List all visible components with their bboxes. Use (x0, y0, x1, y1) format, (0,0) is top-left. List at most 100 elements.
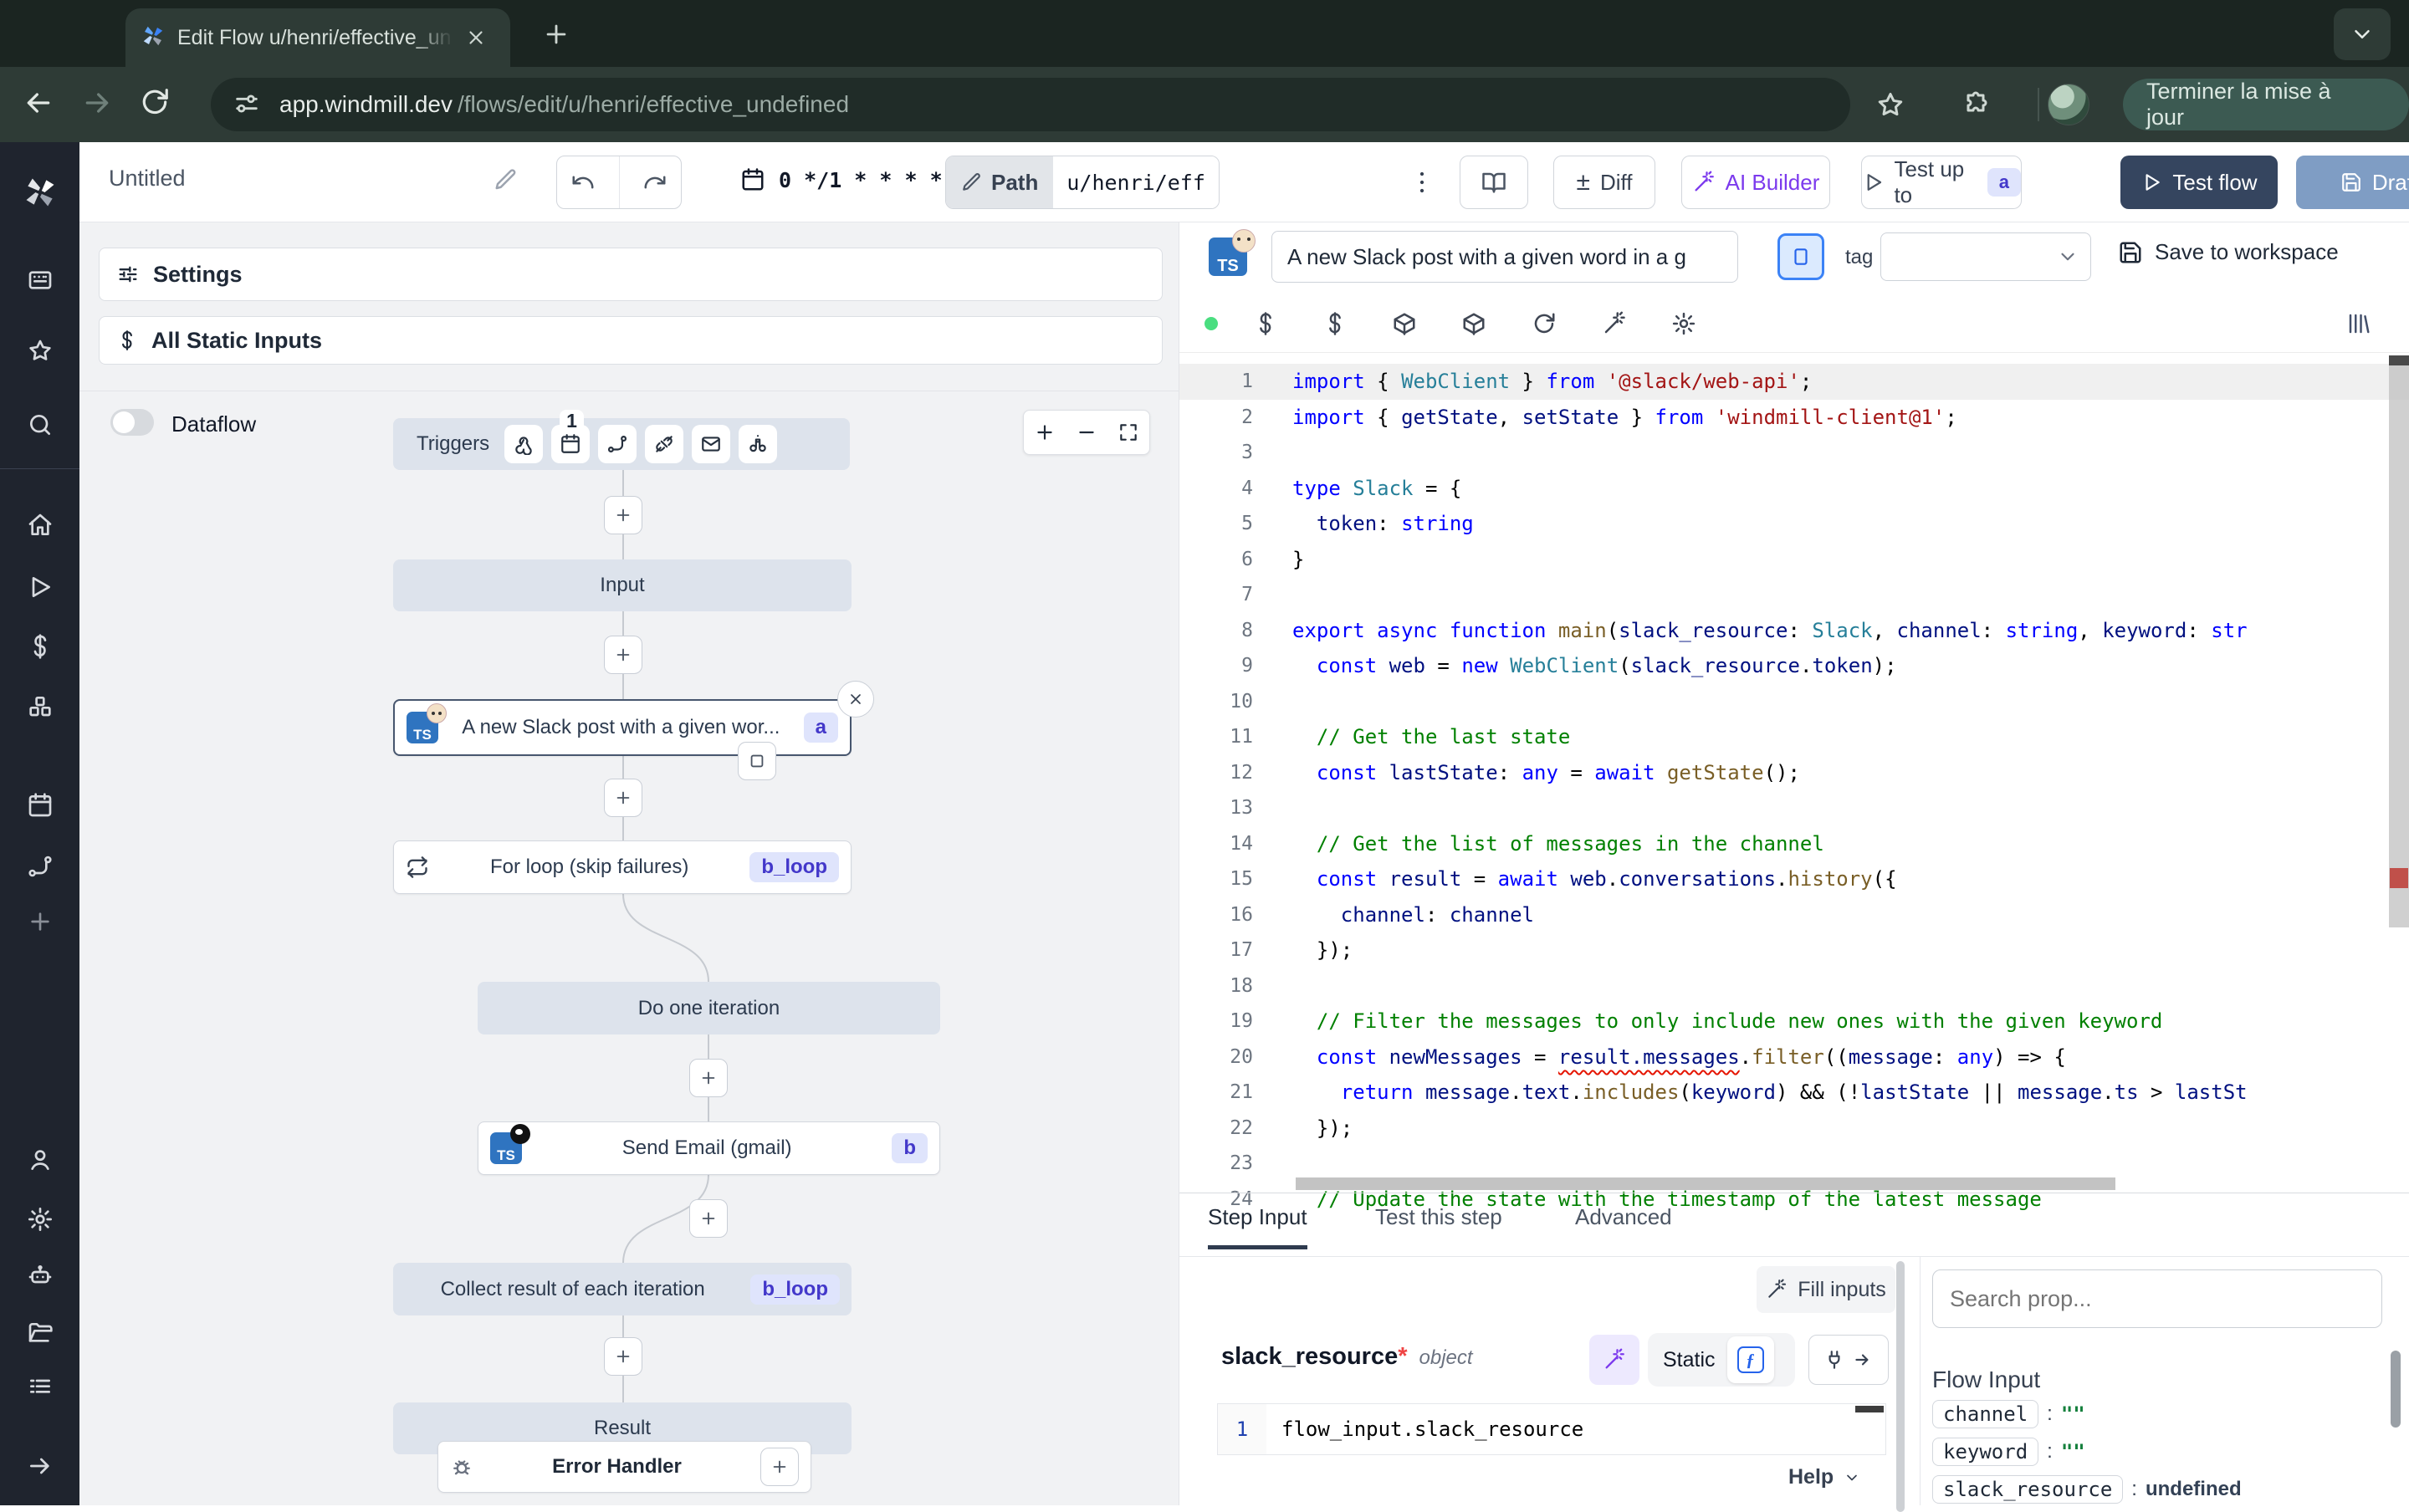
code-line[interactable]: 14 // Get the list of messages in the ch… (1179, 826, 2409, 862)
folders-icon[interactable] (27, 1320, 54, 1346)
input-node[interactable]: Input (393, 559, 852, 611)
code-line[interactable]: 21 return message.text.includes(keyword)… (1179, 1075, 2409, 1111)
code-line[interactable]: 9 const web = new WebClient(slack_resour… (1179, 648, 2409, 684)
step-summary-input[interactable] (1271, 231, 1738, 283)
draft-button[interactable]: Draft (2296, 156, 2409, 209)
poll-binoculars-trigger-icon[interactable] (739, 425, 777, 463)
address-bar[interactable]: app.windmill.dev/flows/edit/u/henri/effe… (211, 78, 1850, 131)
expr-code[interactable]: flow_input.slack_resource (1266, 1404, 1583, 1454)
settings-gear-icon[interactable] (27, 1206, 54, 1233)
code-horizontal-scrollbar[interactable] (1296, 1177, 2115, 1190)
app-switcher-icon[interactable] (27, 267, 54, 294)
flow-name-input[interactable]: Untitled (109, 166, 186, 192)
test-up-to-button[interactable]: Test up to a (1861, 156, 2022, 209)
users-person-icon[interactable] (27, 1147, 54, 1173)
code-line[interactable]: 19 // Filter the messages to only includ… (1179, 1004, 2409, 1040)
delete-step-button[interactable] (837, 681, 874, 718)
code-line[interactable]: 18 (1179, 968, 2409, 1004)
diff-button[interactable]: ± Diff (1553, 156, 1655, 209)
code-line[interactable]: 17 }); (1179, 932, 2409, 968)
resources-cubes-icon[interactable] (27, 693, 54, 720)
avatar[interactable] (2048, 84, 2089, 125)
email-trigger-icon[interactable] (692, 425, 730, 463)
add-step-button[interactable] (604, 1337, 642, 1376)
tab-close-icon[interactable] (465, 27, 487, 49)
save-to-workspace-button[interactable]: Save to workspace (2118, 239, 2339, 265)
bookmark-star-icon[interactable] (1875, 90, 1905, 120)
forloop-node[interactable]: For loop (skip failures) b_loop (393, 840, 852, 894)
workers-robot-icon[interactable] (27, 1262, 54, 1289)
fill-inputs-button[interactable]: Fill inputs (1757, 1266, 1895, 1313)
code-line[interactable]: 20 const newMessages = result.messages.f… (1179, 1040, 2409, 1075)
expand-sidebar-arrow-icon[interactable] (27, 1453, 54, 1479)
tab-search-chevron-icon[interactable] (2334, 8, 2391, 60)
ai-assistant-wand-icon[interactable] (1593, 303, 1635, 345)
code-line[interactable]: 3 (1179, 435, 2409, 471)
tab-step-input[interactable]: Step Input (1208, 1204, 1307, 1249)
websocket-trigger-icon[interactable] (645, 425, 683, 463)
browser-tab[interactable]: Edit Flow u/henri/effective_un (125, 8, 510, 67)
ai-builder-button[interactable]: AI Builder (1681, 156, 1830, 209)
search-icon[interactable] (27, 411, 54, 438)
test-flow-button[interactable]: Test flow (2120, 156, 2278, 209)
edit-name-pencil-icon[interactable] (494, 167, 519, 192)
runs-play-icon[interactable] (27, 574, 54, 600)
code-line[interactable]: 1import { WebClient } from '@slack/web-a… (1179, 364, 2409, 400)
code-line[interactable]: 6} (1179, 542, 2409, 578)
code-overview-ruler[interactable] (2389, 355, 2409, 927)
flow-input-prop[interactable]: keyword:"" (1932, 1433, 2384, 1470)
windmill-logo-icon[interactable] (22, 174, 59, 211)
new-tab-icon[interactable] (542, 20, 570, 49)
variables-dollar-icon[interactable] (27, 633, 54, 660)
code-editor[interactable]: 1import { WebClient } from '@slack/web-a… (1179, 364, 2409, 1217)
library-panel-icon[interactable] (2338, 303, 2380, 345)
add-error-handler-button[interactable] (760, 1448, 799, 1486)
tag-select[interactable] (1880, 232, 2091, 281)
path-editor[interactable]: Path u/henri/eff (945, 156, 1220, 209)
editor-settings-gear-icon[interactable] (1663, 303, 1705, 345)
flow-input-prop[interactable]: slack_resource:undefined (1932, 1470, 2384, 1508)
flow-input-prop[interactable]: channel:"" (1932, 1395, 2384, 1433)
more-options-kebab-icon[interactable] (1409, 164, 1435, 201)
chrome-update-button[interactable]: Terminer la mise à jour (2123, 79, 2409, 130)
reset-refresh-icon[interactable] (1523, 303, 1565, 345)
webhook-trigger-icon[interactable] (504, 425, 543, 463)
routes-icon[interactable] (27, 853, 54, 880)
iteration-node[interactable]: Do one iteration (478, 982, 940, 1034)
undo-button[interactable] (557, 156, 609, 208)
schedule-cron[interactable]: 0 */1 * * * * (740, 167, 943, 192)
code-line[interactable]: 13 (1179, 790, 2409, 826)
static-inputs-dollar-icon[interactable] (1245, 303, 1286, 345)
add-step-button[interactable] (689, 1059, 728, 1097)
code-line[interactable]: 12 const lastState: any = await getState… (1179, 755, 2409, 791)
add-step-button[interactable] (689, 1199, 728, 1238)
email-step-node[interactable]: TS Send Email (gmail) b (478, 1121, 940, 1175)
code-line[interactable]: 11 // Get the last state (1179, 719, 2409, 755)
code-line[interactable]: 10 (1179, 684, 2409, 720)
props-scrollbar[interactable] (2391, 1351, 2401, 1428)
collect-node[interactable]: Collect result of each iteration b_loop (393, 1263, 852, 1315)
input-mode-toggle[interactable]: Static ƒ (1648, 1333, 1795, 1387)
schedule-trigger-icon[interactable]: 1 (551, 425, 590, 463)
forward-icon[interactable] (80, 86, 117, 123)
add-trigger-plus-icon[interactable] (27, 908, 54, 935)
add-step-button[interactable] (604, 779, 642, 817)
http-route-trigger-icon[interactable] (598, 425, 637, 463)
code-line[interactable]: 22 }); (1179, 1111, 2409, 1147)
search-prop-input[interactable] (1932, 1269, 2382, 1328)
error-handler-node[interactable]: Error Handler (437, 1441, 811, 1493)
code-line[interactable]: 23 (1179, 1146, 2409, 1182)
logs-list-icon[interactable] (27, 1374, 54, 1401)
code-scrollbar-thumb[interactable] (2389, 355, 2409, 365)
add-step-button[interactable] (604, 496, 642, 534)
docs-book-button[interactable] (1460, 156, 1528, 209)
expr-mode-button[interactable]: ƒ (1727, 1336, 1774, 1383)
code-line[interactable]: 5 token: string (1179, 506, 2409, 542)
code-line[interactable]: 4type Slack = { (1179, 471, 2409, 507)
code-line[interactable]: 16 channel: channel (1179, 897, 2409, 933)
extensions-puzzle-icon[interactable] (1961, 90, 1991, 120)
help-link[interactable]: Help (1788, 1465, 1860, 1489)
cache-toggle-button[interactable] (1777, 233, 1824, 280)
reload-icon[interactable] (139, 86, 176, 123)
static-mode-label[interactable]: Static (1663, 1348, 1716, 1372)
